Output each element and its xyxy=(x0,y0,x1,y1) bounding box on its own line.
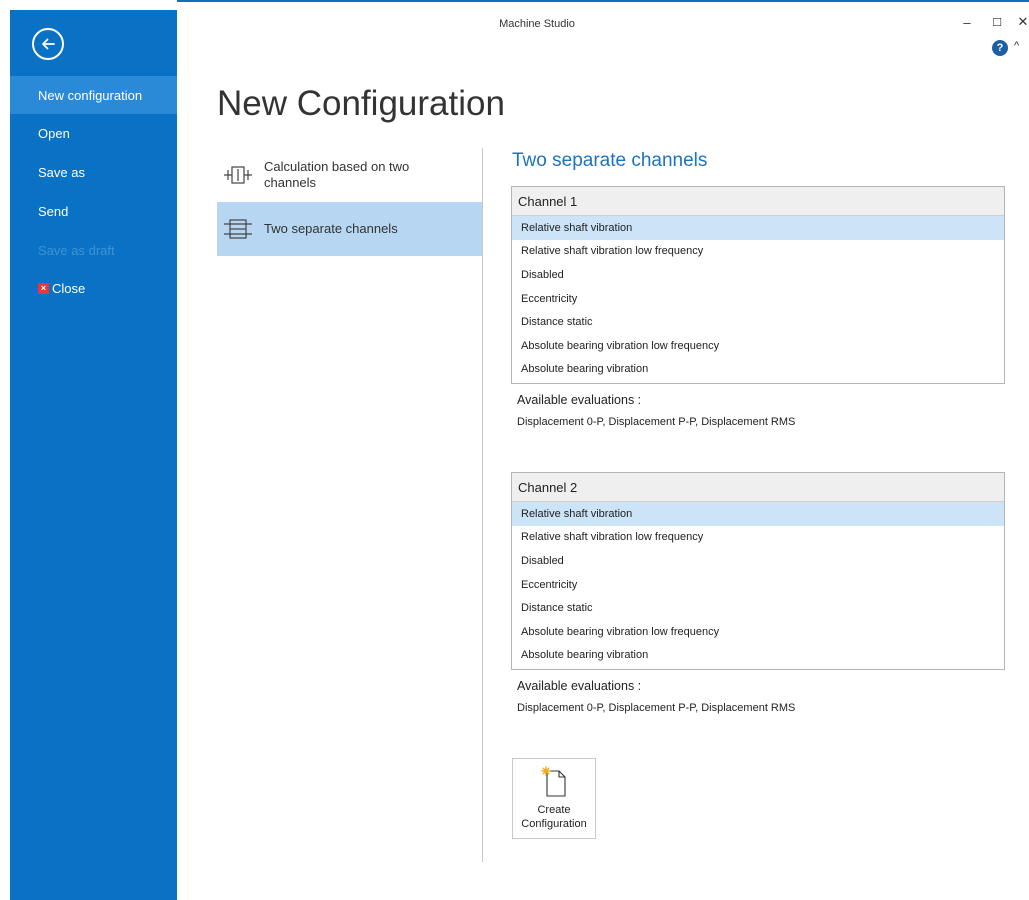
channel-2-header: Channel 2 xyxy=(512,473,1004,502)
create-configuration-label: Create Configuration xyxy=(521,803,586,831)
close-x-icon: × xyxy=(38,282,49,294)
back-arrow-icon[interactable] xyxy=(32,28,64,60)
channel-2-evaluations-value: Displacement 0-P, Displacement P-P, Disp… xyxy=(517,702,796,714)
sidebar-item-label: Open xyxy=(38,125,70,141)
detail-title: Two separate channels xyxy=(512,150,708,171)
list-item[interactable]: Distance static xyxy=(512,310,1004,334)
list-item[interactable]: Relative shaft vibration low frequency xyxy=(512,526,1004,550)
help-icon[interactable]: ? xyxy=(992,40,1008,56)
list-item[interactable]: Absolute bearing vibration low frequency xyxy=(512,334,1004,358)
new-document-icon xyxy=(541,766,566,797)
collapse-ribbon-icon[interactable]: ^ xyxy=(1014,40,1019,52)
list-item[interactable]: Distance static xyxy=(512,596,1004,620)
sidebar-item-send[interactable]: Send xyxy=(10,192,177,230)
page-title: New Configuration xyxy=(217,84,505,123)
list-item[interactable]: Disabled xyxy=(512,549,1004,573)
channel-1-evaluations-label: Available evaluations : xyxy=(517,393,642,407)
list-item[interactable]: Relative shaft vibration low frequency xyxy=(512,240,1004,264)
close-window-button[interactable]: ✕ xyxy=(1014,14,1029,30)
maximize-button[interactable]: ☐ xyxy=(988,14,1006,30)
list-item[interactable]: Absolute bearing vibration low frequency xyxy=(512,620,1004,644)
option-two-separate-channels[interactable]: Two separate channels xyxy=(217,202,482,256)
channel-1-listbox[interactable]: Channel 1 Relative shaft vibration Relat… xyxy=(511,186,1005,384)
sidebar-item-save-as-draft: Save as draft xyxy=(10,231,177,269)
list-item[interactable]: Relative shaft vibration xyxy=(512,216,1004,240)
channel-1-evaluations-value: Displacement 0-P, Displacement P-P, Disp… xyxy=(517,416,796,428)
vertical-divider xyxy=(482,148,483,862)
create-configuration-button[interactable]: Create Configuration xyxy=(512,758,596,839)
list-item[interactable]: Absolute bearing vibration xyxy=(512,644,1004,668)
create-label-line-1: Create xyxy=(537,804,571,816)
sidebar-item-label: Save as xyxy=(38,164,85,180)
sidebar-item-close[interactable]: × Close xyxy=(10,269,177,307)
sidebar-item-label: Send xyxy=(38,203,69,219)
option-calculation-two-channels[interactable]: Calculation based on two channels xyxy=(217,148,482,202)
sidebar-item-label: New configuration xyxy=(38,87,143,103)
list-item[interactable]: Eccentricity xyxy=(512,573,1004,597)
create-label-line-2: Configuration xyxy=(521,818,587,830)
app-title: Machine Studio xyxy=(499,18,575,30)
sidebar-item-new-configuration[interactable]: New configuration xyxy=(10,76,177,114)
minimize-button[interactable]: – xyxy=(958,14,976,30)
option-label: Calculation based on two channels xyxy=(264,159,410,190)
calculation-channels-icon xyxy=(221,158,255,192)
sidebar-item-open[interactable]: Open xyxy=(10,114,177,152)
separate-channels-icon xyxy=(221,212,255,246)
option-label: Two separate channels xyxy=(264,221,398,236)
channel-2-listbox[interactable]: Channel 2 Relative shaft vibration Relat… xyxy=(511,472,1005,670)
channel-2-evaluations-label: Available evaluations : xyxy=(517,679,642,693)
list-item[interactable]: Absolute bearing vibration xyxy=(512,358,1004,382)
backstage-sidebar: New configuration Open Save as Send Save… xyxy=(10,10,177,900)
list-item[interactable]: Disabled xyxy=(512,263,1004,287)
list-item[interactable]: Relative shaft vibration xyxy=(512,502,1004,526)
sidebar-item-save-as[interactable]: Save as xyxy=(10,153,177,191)
sidebar-item-label: Close xyxy=(52,280,86,296)
channel-1-header: Channel 1 xyxy=(512,187,1004,216)
sidebar-item-label: Save as draft xyxy=(38,242,115,258)
window-border xyxy=(177,0,1029,2)
list-item[interactable]: Eccentricity xyxy=(512,287,1004,311)
